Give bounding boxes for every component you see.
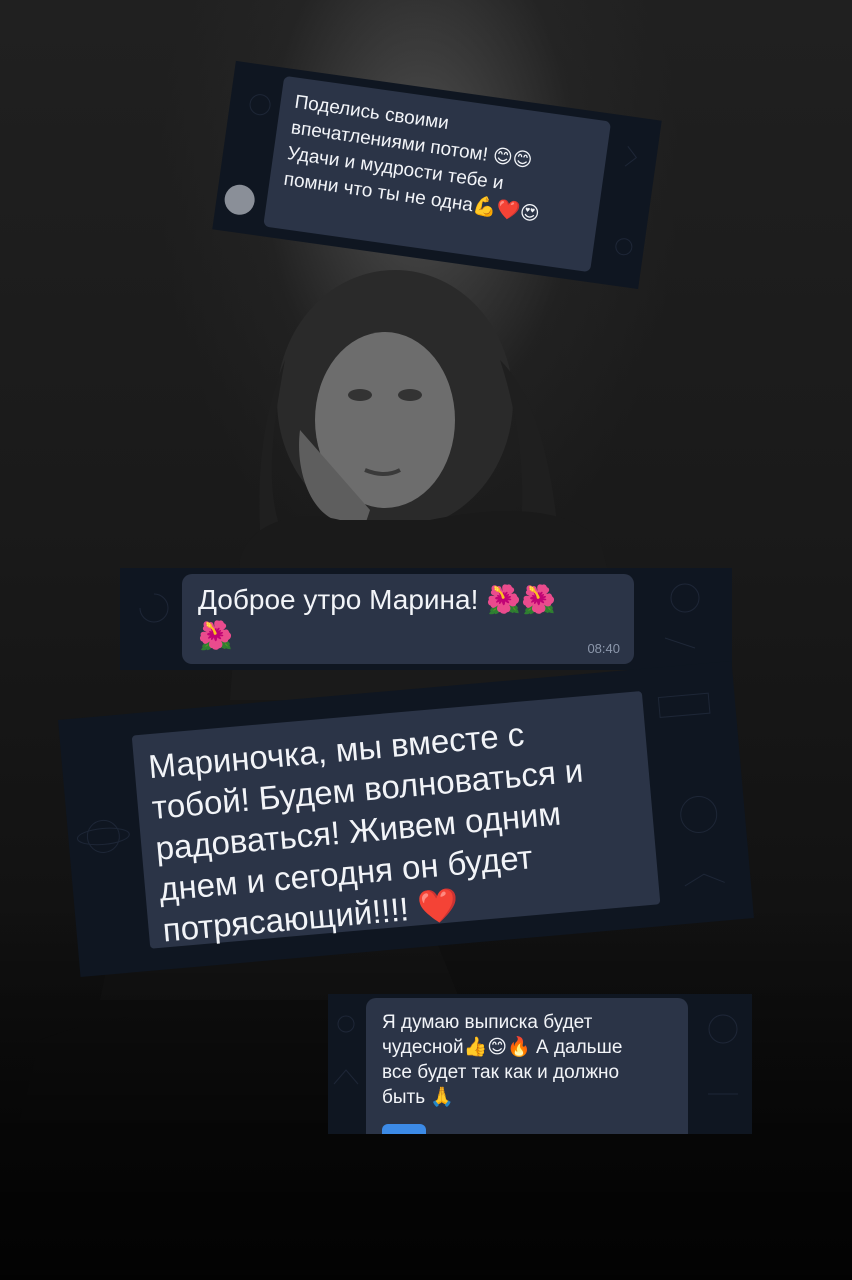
message-time: 08:40 [587,641,620,656]
message-text: Я думаю выписка будет чудесной👍😊🔥 А даль… [382,1012,623,1108]
chat-screenshot-4: Я думаю выписка будет чудесной👍😊🔥 А даль… [328,994,752,1134]
chat-screenshot-2: Доброе утро Марина! 🌺🌺 🌺 08:40 [120,568,732,670]
message-text: Доброе утро Марина! 🌺🌺 🌺 [198,584,556,651]
message-bubble[interactable]: Мариночка, мы вместе с тобой! Будем волн… [131,690,661,949]
message-text: Мариночка, мы вместе с тобой! Будем волн… [146,715,585,949]
message-bubble[interactable]: Доброе утро Марина! 🌺🌺 🌺 08:40 [182,574,634,664]
message-text: Поделись своими впечатлениями потом! 😊😊 … [282,91,541,226]
reaction-chip[interactable] [382,1124,426,1134]
message-bubble[interactable]: Я думаю выписка будет чудесной👍😊🔥 А даль… [366,998,688,1134]
